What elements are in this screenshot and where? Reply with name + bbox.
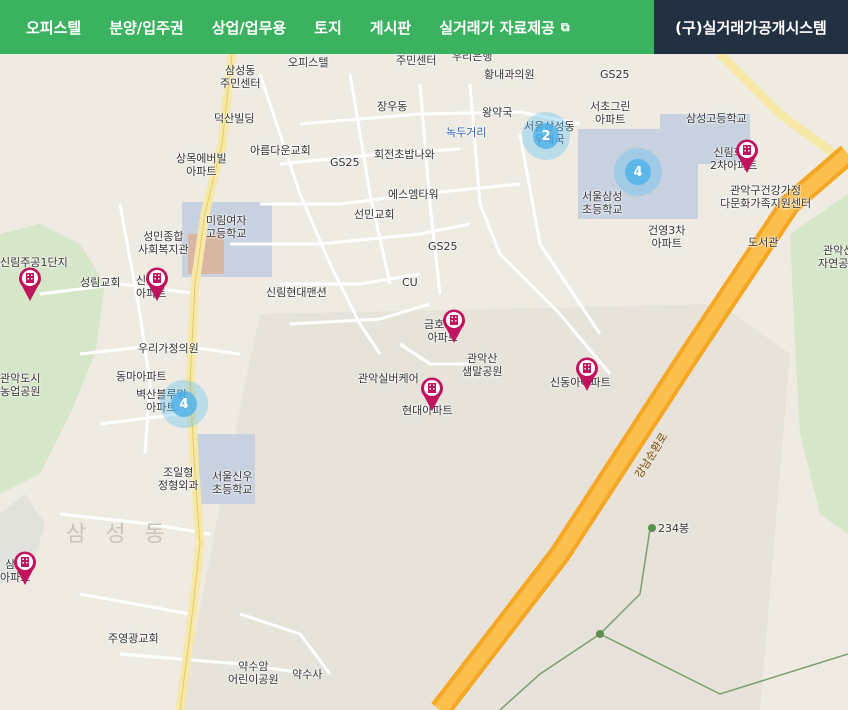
nav-commercial[interactable]: 상업/업무용 bbox=[198, 0, 300, 54]
district-label: 삼 성 동 bbox=[66, 522, 171, 547]
label-peak: 234봉 bbox=[658, 522, 690, 535]
nav-presale[interactable]: 분양/입주권 bbox=[95, 0, 197, 54]
label-woori-bank: 우리은행 bbox=[452, 54, 493, 63]
cluster-count: 4 bbox=[625, 159, 651, 185]
label-jumin-center: 주민센터 bbox=[396, 54, 437, 67]
apartment-pin[interactable] bbox=[420, 376, 444, 412]
peak-dot bbox=[648, 524, 656, 532]
cluster-marker[interactable]: 2 bbox=[522, 112, 570, 160]
nav-data-service-label: 실거래가 자료제공 bbox=[439, 18, 555, 37]
building-pin-icon bbox=[576, 357, 598, 391]
label-seoul-sinwoo: 서울신우 초등학교 bbox=[212, 470, 253, 496]
top-navigation: 오피스텔 분양/입주권 상업/업무용 토지 게시판 실거래가 자료제공 ⧉ (구… bbox=[0, 0, 848, 54]
label-gwanak-care: 관악실버케어 bbox=[358, 372, 419, 385]
nav-data-service[interactable]: 실거래가 자료제공 ⧉ bbox=[425, 0, 583, 54]
apartment-pin[interactable] bbox=[735, 138, 759, 174]
building-pin-icon bbox=[736, 139, 758, 173]
label-sinlim-hyundai: 신림현대맨션 bbox=[266, 286, 327, 299]
map-canvas[interactable]: 삼 성 동 강남순환로 삼성동 주민센터 오피스텔 주민센터 우리은행 황내과의원… bbox=[0, 54, 848, 710]
nav-officetel[interactable]: 오피스텔 bbox=[0, 0, 95, 54]
label-seongnim-church: 성림교회 bbox=[80, 276, 121, 289]
building-pin-icon bbox=[19, 267, 41, 301]
label-samsungdong-center: 삼성동 주민센터 bbox=[220, 64, 261, 90]
nav-board[interactable]: 게시판 bbox=[356, 0, 425, 54]
cluster-marker[interactable]: 4 bbox=[614, 148, 662, 196]
label-woori-clinic: 우리가정의원 bbox=[138, 342, 199, 355]
label-dongma: 동마아파트 bbox=[116, 370, 167, 383]
building-pin-icon bbox=[443, 309, 465, 343]
label-library: 도서관 bbox=[748, 236, 779, 249]
label-gwanak-family-center: 관악구건강가정 다문화가족지원센터 bbox=[720, 184, 812, 210]
label-gwanak-park: 관악산 샘말공원 bbox=[462, 352, 503, 378]
label-deoksan: 덕산빌딩 bbox=[214, 112, 255, 125]
building-pin-icon bbox=[14, 551, 36, 585]
label-gs25-a: GS25 bbox=[600, 68, 630, 81]
label-joyeong-church: 주영광교회 bbox=[108, 632, 159, 645]
building-pin-icon bbox=[421, 377, 443, 411]
label-esem: 에스엠타워 bbox=[388, 188, 439, 201]
label-geonyoung: 건영3차 아파트 bbox=[648, 224, 686, 250]
external-link-icon: ⧉ bbox=[560, 19, 570, 34]
cluster-count: 2 bbox=[533, 123, 559, 149]
label-seonmin: 선민교회 bbox=[354, 208, 395, 221]
label-hwangnae: 황내과의원 bbox=[484, 68, 535, 81]
peak-dot bbox=[596, 630, 604, 638]
label-officetel: 오피스텔 bbox=[288, 56, 329, 69]
nav-old-system[interactable]: (구)실거래가공개시스템 bbox=[654, 0, 848, 54]
label-joil: 조일형 정형외과 bbox=[158, 466, 199, 492]
label-hoejeon: 회전초밥나와 bbox=[374, 148, 435, 161]
cluster-count: 4 bbox=[171, 391, 197, 417]
label-gwanak-nature: 관악산자연공원 bbox=[818, 244, 848, 270]
label-sangmok: 상목에버빌 아파트 bbox=[176, 152, 227, 178]
label-gs25-b: GS25 bbox=[330, 156, 360, 169]
label-samsung-hs: 삼성고등학교 bbox=[686, 112, 747, 125]
apartment-pin[interactable] bbox=[18, 266, 42, 302]
apartment-pin[interactable] bbox=[442, 308, 466, 344]
label-areum-church: 아름다운교회 bbox=[250, 144, 311, 157]
label-mirim-girls: 미림여자 고등학교 bbox=[206, 214, 247, 240]
apartment-pin[interactable] bbox=[145, 266, 169, 302]
label-seoul-samsung-es: 서울삼성 초등학교 bbox=[582, 190, 623, 216]
building-pin-icon bbox=[146, 267, 168, 301]
label-yaksusa: 약수사 bbox=[292, 668, 323, 681]
label-wangyakguk: 왕약국 bbox=[482, 106, 513, 119]
label-yaksuam: 약수암 어린이공원 bbox=[228, 660, 279, 686]
apartment-pin[interactable] bbox=[13, 550, 37, 586]
label-seongmin: 성민종합 사회복지관 bbox=[138, 230, 189, 256]
apartment-pin[interactable] bbox=[575, 356, 599, 392]
cluster-marker[interactable]: 4 bbox=[160, 380, 208, 428]
label-gs25-c: GS25 bbox=[428, 240, 458, 253]
label-jangwoodong: 장우동 bbox=[377, 100, 408, 113]
label-noktu: 녹두거리 bbox=[446, 126, 487, 139]
label-seocho-green: 서초그린 아파트 bbox=[590, 100, 631, 126]
nav-land[interactable]: 토지 bbox=[300, 0, 356, 54]
label-gwanak-city: 관악도시 농업공원 bbox=[0, 372, 41, 398]
label-cu: CU bbox=[402, 276, 418, 289]
